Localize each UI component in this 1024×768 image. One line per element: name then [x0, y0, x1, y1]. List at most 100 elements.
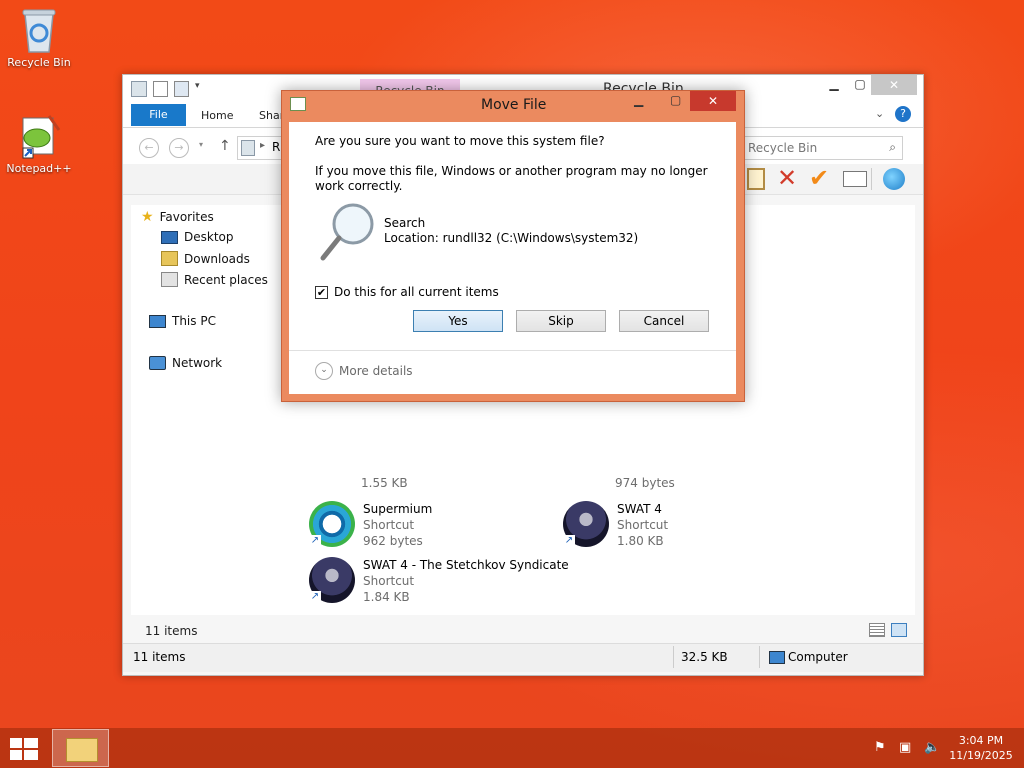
yes-button[interactable]: Yes	[413, 310, 503, 332]
desktop-icon-notepad-plus-plus[interactable]: Notepad++	[1, 112, 77, 175]
navigation-pane: ★ Favorites Desktop Downloads Recent pla…	[131, 205, 290, 615]
dialog-maximize-button[interactable]: ▢	[670, 93, 681, 107]
file-location: Location: rundll32 (C:\Windows\system32)	[384, 231, 639, 245]
cancel-button[interactable]: Cancel	[619, 310, 709, 332]
item-size: 1.80 KB	[617, 534, 664, 548]
shortcut-icon	[563, 475, 607, 489]
computer-icon	[149, 314, 166, 328]
minimize-button[interactable]: ▁	[821, 77, 847, 95]
magnifier-icon	[319, 200, 379, 264]
item-type: Shortcut	[617, 518, 669, 532]
nav-favorites[interactable]: ★ Favorites	[141, 209, 214, 225]
clock[interactable]: 3:04 PM 11/19/2025	[944, 733, 1018, 763]
tab-file[interactable]: File	[131, 104, 186, 126]
item-count: 11 items	[145, 624, 198, 638]
volume-muted-icon[interactable]: 🔈	[924, 740, 940, 755]
item-name: SWAT 4 - The Stetchkov Syndicate	[363, 558, 569, 572]
ribbon-expand-icon[interactable]: ⌄	[875, 107, 884, 120]
taskbar: ⚑ ▣ 🔈 3:04 PM 11/19/2025	[0, 728, 1024, 768]
nav-desktop[interactable]: Desktop	[161, 230, 234, 244]
move-file-dialog: Move File ▁ ▢ ✕ Are you sure you want to…	[281, 90, 745, 402]
nav-downloads[interactable]: Downloads	[161, 251, 250, 266]
recent-locations-chevron-icon[interactable]: ▾	[199, 140, 203, 149]
dialog-divider	[289, 350, 736, 351]
desktop-icon-label: Recycle Bin	[7, 56, 71, 69]
nav-label: Network	[172, 356, 223, 370]
rename-icon[interactable]	[843, 171, 867, 187]
nav-label: Desktop	[184, 230, 234, 244]
bottom-status-bar: 11 items 32.5 KB Computer	[123, 643, 923, 672]
dialog-titlebar: Move File ▁ ▢ ✕	[282, 91, 744, 117]
search-input[interactable]: Recycle Bin ⌕	[741, 136, 903, 160]
nav-recent-places[interactable]: Recent places	[161, 272, 268, 287]
help-icon[interactable]: ?	[895, 106, 911, 122]
chevron-down-icon[interactable]: ▾	[195, 81, 200, 97]
address-chevron-icon: ▸	[260, 140, 266, 151]
swat4-icon: ↗	[563, 501, 609, 547]
paste-icon[interactable]	[747, 168, 765, 190]
network-icon	[149, 356, 166, 370]
shortcut-arrow-icon: ↗	[309, 591, 321, 603]
checkbox-box[interactable]: ✔	[315, 285, 328, 299]
item-size: 1.84 KB	[363, 590, 410, 604]
dialog-warning: If you move this file, Windows or anothe…	[315, 164, 708, 193]
action-center-flag-icon[interactable]: ⚑	[874, 740, 886, 755]
checkmark-icon[interactable]: ✔	[809, 164, 829, 192]
list-item[interactable]: 974 bytes	[563, 475, 675, 491]
nav-label: This PC	[172, 314, 216, 328]
item-size: 974 bytes	[615, 476, 675, 490]
start-button[interactable]	[10, 738, 38, 760]
dialog-minimize-button[interactable]: ▁	[634, 93, 643, 107]
address-bar[interactable]: ▸ R	[237, 136, 283, 160]
shortcut-icon	[309, 475, 353, 489]
chevron-down-icon: ⌄	[315, 362, 333, 380]
list-item[interactable]: 1.55 KB	[309, 475, 408, 491]
address-text: R	[272, 140, 281, 154]
move-file-icon	[290, 97, 306, 111]
status-divider	[673, 646, 674, 668]
more-details-label: More details	[339, 364, 413, 378]
nav-label: Favorites	[159, 210, 214, 224]
clock-date: 11/19/2025	[949, 749, 1013, 762]
more-details-toggle[interactable]: ⌄ More details	[315, 362, 413, 380]
item-size: 1.55 KB	[361, 476, 408, 490]
desktop-folder-icon	[161, 230, 178, 244]
dialog-close-button[interactable]: ✕	[690, 91, 736, 111]
tab-home[interactable]: Home	[201, 104, 233, 126]
star-icon: ★	[141, 209, 154, 225]
list-item[interactable]: ↗ SWAT 4 - The Stetchkov Syndicate Short…	[309, 557, 569, 605]
skip-button[interactable]: Skip	[516, 310, 606, 332]
swat4-icon: ↗	[309, 557, 355, 603]
large-icons-view-icon[interactable]	[891, 623, 907, 637]
status-divider	[759, 646, 760, 668]
maximize-button[interactable]: ▢	[847, 77, 873, 95]
network-tray-icon[interactable]: ▣	[899, 740, 911, 755]
up-arrow-icon[interactable]: ↑	[219, 138, 231, 154]
delete-icon[interactable]: ✕	[777, 164, 797, 192]
windows-logo-icon	[10, 738, 38, 760]
clock-time: 3:04 PM	[958, 734, 1004, 747]
properties-icon[interactable]	[153, 81, 168, 97]
recycle-bin-icon	[19, 6, 59, 54]
desktop-icon-recycle-bin[interactable]: Recycle Bin	[1, 6, 77, 69]
apply-all-checkbox[interactable]: ✔ Do this for all current items	[315, 285, 499, 299]
item-size: 962 bytes	[363, 534, 423, 548]
shortcut-arrow-icon: ↗	[563, 535, 575, 547]
item-name: SWAT 4	[617, 502, 662, 516]
notepad-plus-plus-icon	[15, 112, 63, 160]
computer-small-icon	[769, 651, 785, 664]
close-button[interactable]: ✕	[871, 75, 917, 95]
forward-arrow-icon[interactable]: →	[169, 138, 189, 158]
list-item[interactable]: ↗ SWAT 4 Shortcut 1.80 KB	[563, 501, 668, 549]
item-type: Shortcut	[363, 574, 415, 588]
details-view-icon[interactable]	[869, 623, 885, 637]
status-bar: 11 items	[131, 619, 915, 641]
list-item[interactable]: ↗ Supermium Shortcut 962 bytes	[309, 501, 432, 549]
search-icon: ⌕	[889, 140, 896, 154]
back-arrow-icon[interactable]: ←	[139, 138, 159, 158]
taskbar-file-explorer-button[interactable]	[52, 729, 109, 767]
nav-network[interactable]: Network	[149, 356, 222, 370]
nav-this-pc[interactable]: This PC	[149, 314, 216, 328]
new-folder-icon[interactable]	[174, 81, 189, 97]
globe-icon[interactable]	[883, 168, 905, 190]
